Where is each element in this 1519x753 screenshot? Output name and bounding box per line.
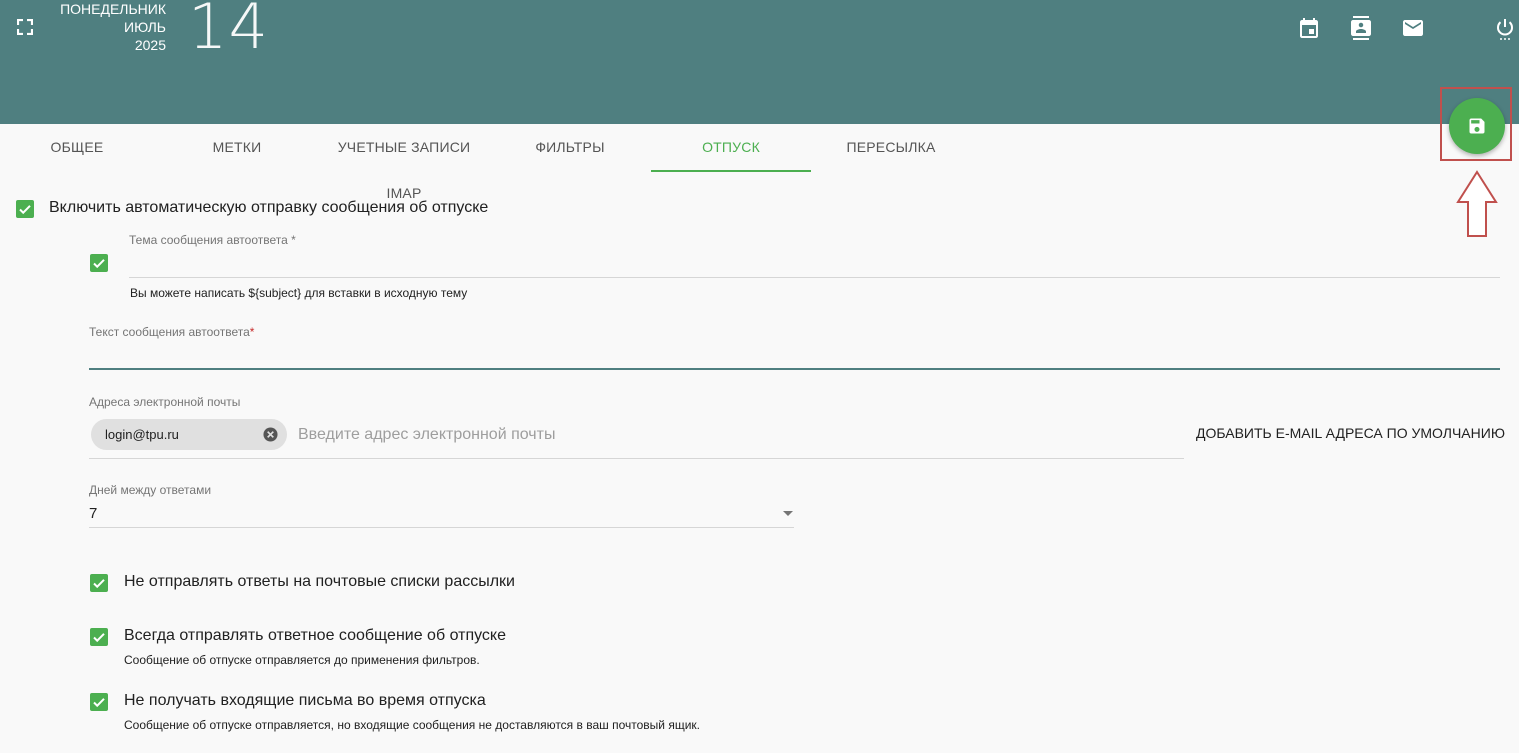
contacts-icon[interactable] (1349, 16, 1373, 40)
always-send-checkbox[interactable] (90, 628, 108, 646)
annotation-up-arrow (1456, 170, 1498, 237)
discard-incoming-label: Не получать входящие письма во время отп… (124, 692, 486, 709)
save-button[interactable] (1449, 98, 1505, 154)
subject-underline (129, 277, 1500, 278)
remove-chip-icon[interactable] (263, 427, 278, 442)
power-icon[interactable] (1493, 16, 1517, 40)
addresses-underline (89, 458, 1184, 459)
subject-prefix-checkbox[interactable] (90, 254, 108, 272)
tab-filters[interactable]: ФИЛЬТРЫ (490, 124, 650, 170)
tab-forwarding[interactable]: ПЕРЕСЫЛКА (811, 124, 971, 170)
settings-tabs: ОБЩЕЕ МЕТКИ УЧЕТНЫЕ ЗАПИСИ IMAP ФИЛЬТРЫ … (0, 124, 1519, 201)
tab-vacation[interactable]: ОТПУСК (651, 124, 811, 172)
discard-incoming-hint: Сообщение об отпуске отправляется, но вх… (124, 718, 700, 732)
fullscreen-icon[interactable] (17, 19, 33, 35)
enable-vacation-checkbox[interactable] (16, 200, 34, 218)
always-send-hint: Сообщение об отпуске отправляется до при… (124, 653, 480, 667)
save-icon (1469, 118, 1485, 134)
subject-input[interactable] (129, 252, 1503, 278)
enable-vacation-label: Включить автоматическую отправку сообщен… (49, 199, 489, 216)
days-underline (89, 527, 794, 528)
year: 2025 (134, 37, 166, 53)
add-default-addresses-button[interactable]: ДОБАВИТЬ E-MAIL АДРЕСА ПО УМОЛЧАНИЮ (1196, 418, 1505, 448)
weekday: ПОНЕДЕЛЬНИК (60, 1, 166, 17)
email-chip[interactable]: login@tpu.ru (91, 419, 287, 450)
mail-icon[interactable] (1401, 16, 1425, 40)
toolbar: ПОНЕДЕЛЬНИК ИЮЛЬ 2025 14 (0, 0, 1519, 124)
body-textarea[interactable] (89, 342, 1503, 370)
month: ИЮЛЬ (124, 19, 166, 35)
tab-imap-accounts[interactable]: УЧЕТНЫЕ ЗАПИСИ IMAP (324, 124, 484, 201)
days-select-value[interactable]: 7 (89, 505, 97, 522)
calendar-icon[interactable] (1297, 16, 1321, 40)
addresses-label: Адреса электронной почты (89, 395, 241, 409)
subject-hint: Вы можете написать ${subject} для вставк… (130, 286, 468, 300)
discard-incoming-checkbox[interactable] (90, 693, 108, 711)
days-label: Дней между ответами (89, 483, 212, 497)
chevron-down-icon[interactable] (783, 511, 793, 516)
body-label: Текст сообщения автоответа* (89, 325, 255, 339)
tab-general[interactable]: ОБЩЕЕ (0, 124, 154, 170)
date-text: ПОНЕДЕЛЬНИК ИЮЛЬ 2025 (40, 0, 166, 54)
tab-labels[interactable]: МЕТКИ (157, 124, 317, 170)
always-send-label: Всегда отправлять ответное сообщение об … (124, 627, 506, 644)
email-input[interactable] (296, 422, 860, 448)
subject-label: Тема сообщения автоответа * (129, 233, 296, 247)
day-number: 14 (188, 0, 269, 63)
email-chip-text: login@tpu.ru (105, 427, 179, 442)
no-mailing-lists-label: Не отправлять ответы на почтовые списки … (124, 573, 515, 590)
no-mailing-lists-checkbox[interactable] (90, 574, 108, 592)
body-underline (89, 368, 1500, 370)
